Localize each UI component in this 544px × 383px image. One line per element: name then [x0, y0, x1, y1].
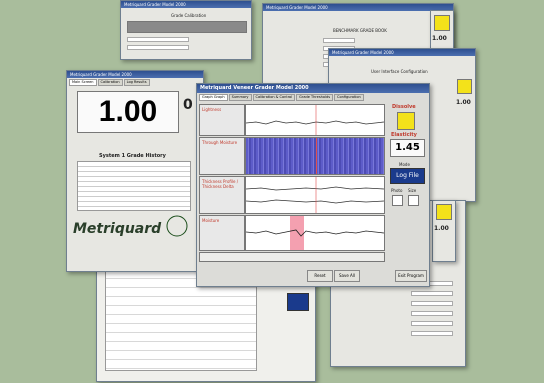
save-all-button[interactable]: Save All: [334, 270, 360, 282]
grade-window: Metriquard Grader Model 2000 Main Screen…: [66, 70, 204, 272]
mode-value: Log File: [396, 172, 419, 179]
moisture-trace: [246, 229, 384, 237]
status-label: Dissolve: [392, 104, 416, 110]
moisture-plot-label-box: Through Moisture: [199, 137, 245, 175]
window-title: Metriquard Grader Model 2000: [263, 4, 453, 11]
mode-button[interactable]: Log File: [390, 168, 425, 184]
history-title: System 1 Grade History: [99, 153, 166, 159]
size-checkbox[interactable]: [408, 195, 419, 206]
plot-label: Lightness: [202, 107, 222, 112]
main-window: Metriquard Veneer Grader Model 2000 Grap…: [196, 83, 430, 287]
elasticity-box: 1.45: [390, 139, 425, 157]
grade-tabs: Main Screen Calibration Log Results: [67, 78, 203, 87]
exit-program-button[interactable]: Exit Program: [395, 270, 427, 282]
logo-swoosh-icon: [166, 215, 188, 237]
calibration-line: [127, 45, 189, 50]
reset-button[interactable]: Reset: [307, 270, 333, 282]
tab-summary[interactable]: Summary: [228, 94, 252, 101]
thickness-plot: [245, 176, 385, 214]
lightness-trace: [246, 105, 384, 135]
moisture2-plot-label-box: Moisture: [199, 215, 245, 251]
logo: Metriquard: [73, 221, 162, 237]
calibration-heading: Grade Calibration: [171, 13, 207, 18]
lightness-plot-label-box: Lightness: [199, 104, 245, 136]
field[interactable]: [411, 301, 453, 306]
window-title: Metriquard Veneer Grader Model 2000: [197, 84, 429, 93]
table-side-panel: 1.00: [432, 200, 456, 262]
history-table: [77, 161, 191, 211]
field[interactable]: [411, 311, 453, 316]
thickness-plot-label-box: Thickness Profile / Thickness Delta: [199, 176, 245, 214]
status-indicator: [434, 15, 450, 31]
interface-heading: User Interface Configuration: [371, 69, 428, 74]
status-indicator: [457, 79, 472, 94]
lightness-plot: [245, 104, 385, 136]
big-value: 1.00: [98, 95, 158, 128]
elasticity-label: Elasticity: [391, 132, 417, 138]
side-value: 1.00: [434, 225, 449, 232]
window-title: Metriquard Grader Model 2000: [121, 1, 251, 8]
right-panel: Dissolve Elasticity 1.45 Mode Log File P…: [387, 104, 427, 264]
tab-log[interactable]: Log Results: [123, 79, 150, 86]
tab-graph[interactable]: Graph Graph: [199, 94, 228, 101]
tab-calibration[interactable]: Calibration & Control: [252, 94, 296, 101]
calibration-line: [127, 37, 189, 42]
main-tabs: Graph Graph Summary Calibration & Contro…: [197, 93, 429, 102]
tab-calibration[interactable]: Calibration: [97, 79, 123, 86]
moisture-plot: [245, 215, 385, 251]
window-title: Metriquard Grader Model 2000: [329, 49, 475, 56]
big-value-box: 1.00: [77, 91, 179, 133]
plot-label: Through Moisture: [202, 140, 238, 145]
calibration-window: Metriquard Grader Model 2000 Grade Calib…: [120, 0, 252, 60]
photo-checkbox[interactable]: [392, 195, 403, 206]
field[interactable]: [411, 331, 453, 336]
tab-main[interactable]: Main Screen: [69, 79, 97, 86]
through-moisture-plot: [245, 137, 385, 175]
field[interactable]: [411, 321, 453, 326]
status-indicator: [436, 204, 452, 220]
settings-heading: BENCHMARK GRADE BOOK: [333, 28, 387, 33]
scale-strip: [199, 252, 385, 262]
plot-label: Moisture: [202, 218, 220, 223]
field[interactable]: [323, 38, 355, 43]
tab-configuration[interactable]: Configuration: [334, 94, 364, 101]
calibration-box: [127, 21, 247, 33]
mode-button[interactable]: [287, 293, 309, 311]
side-value: 1.00: [456, 99, 471, 106]
side-value: 1.00: [432, 35, 447, 42]
plot-marker: [316, 138, 317, 174]
window-title: Metriquard Grader Model 2000: [67, 71, 203, 78]
side-value: 0: [183, 97, 193, 113]
thickness-trace: [246, 177, 384, 213]
field[interactable]: [411, 291, 453, 296]
photo-label: Photo: [391, 188, 403, 193]
size-label: Size: [408, 188, 417, 193]
status-indicator: [397, 112, 415, 130]
elasticity-value: 1.45: [395, 142, 420, 153]
mode-label: Mode: [399, 162, 410, 167]
plot-label: Thickness Profile / Thickness Delta: [202, 179, 239, 189]
tab-thresholds[interactable]: Grade Thresholds: [296, 94, 334, 101]
